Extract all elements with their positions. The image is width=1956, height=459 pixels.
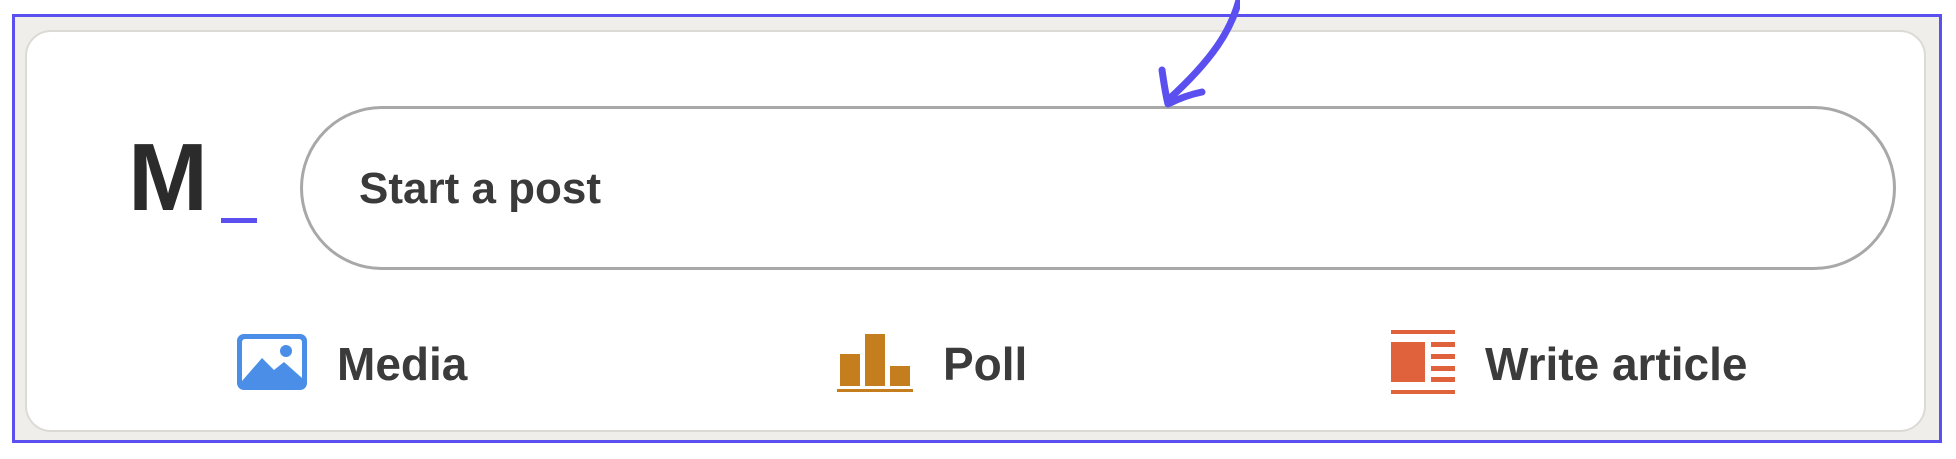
start-post-input[interactable]: Start a post (300, 106, 1896, 270)
media-label: Media (337, 338, 468, 390)
post-composer-card: M Start a post Media Poll Write article (25, 30, 1926, 432)
bar-chart-icon (837, 330, 913, 399)
image-icon (237, 333, 307, 395)
logo-letter: M (128, 124, 208, 231)
poll-label: Poll (943, 338, 1028, 390)
start-post-placeholder: Start a post (359, 164, 602, 213)
write-article-button[interactable]: Write article (1391, 328, 1747, 400)
write-article-label: Write article (1485, 338, 1748, 390)
media-button[interactable]: Media (237, 328, 467, 400)
logo-cursor-underscore (221, 218, 257, 223)
poll-button[interactable]: Poll (837, 328, 1027, 400)
article-icon (1391, 329, 1455, 399)
profile-logo[interactable]: M (128, 130, 263, 234)
